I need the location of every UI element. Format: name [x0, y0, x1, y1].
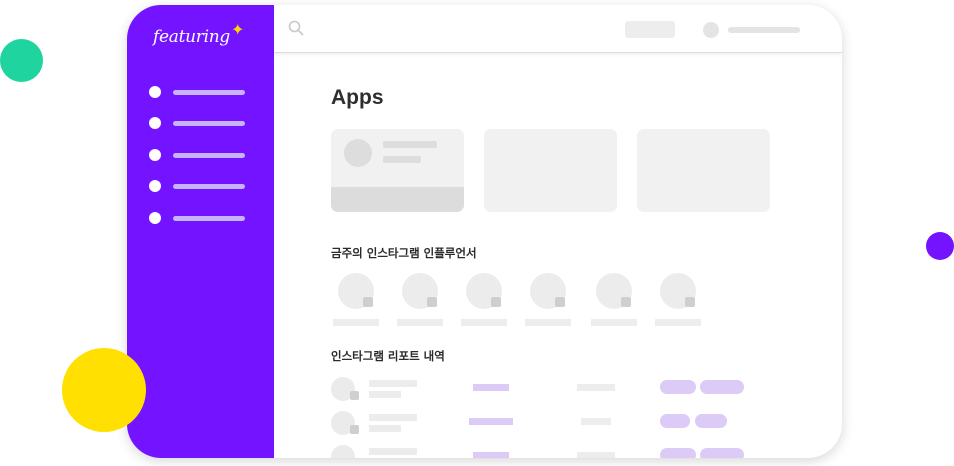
- influencer-item[interactable]: [461, 273, 507, 328]
- report-category-placeholder: [469, 418, 513, 425]
- platform-badge-icon: [427, 297, 437, 307]
- report-date-placeholder: [581, 418, 611, 425]
- report-tag: [700, 380, 744, 394]
- nav-dot-icon: [149, 86, 161, 98]
- decor-circle-yellow: [62, 348, 146, 432]
- app-window: featuring✦ Apps 금주의 인스타그램 인플루언서 인스타그램 리포…: [127, 5, 842, 458]
- nav-label-placeholder: [173, 121, 245, 126]
- platform-badge-icon: [363, 297, 373, 307]
- influencer-name-placeholder: [525, 319, 571, 326]
- influencer-name-placeholder: [655, 319, 701, 326]
- report-tag: [700, 448, 744, 458]
- app-card-subtitle-placeholder: [383, 156, 421, 163]
- decor-circle-green: [0, 39, 43, 82]
- nav-label-placeholder: [173, 184, 245, 189]
- app-card-title-placeholder: [383, 141, 437, 148]
- section-title-influencers: 금주의 인스타그램 인플루언서: [331, 246, 477, 260]
- section-title-reports: 인스타그램 리포트 내역: [331, 349, 445, 363]
- report-date-placeholder: [577, 384, 615, 391]
- user-name-placeholder[interactable]: [728, 27, 800, 33]
- nav-dot-icon: [149, 117, 161, 129]
- influencer-item[interactable]: [591, 273, 637, 328]
- top-action-button[interactable]: [625, 21, 675, 38]
- influencer-name-placeholder: [591, 319, 637, 326]
- decor-circle-purple: [926, 232, 954, 260]
- report-handle-placeholder: [369, 391, 401, 398]
- sidebar-item-1[interactable]: [149, 86, 249, 98]
- influencer-item[interactable]: [525, 273, 571, 328]
- report-avatar: [331, 445, 355, 458]
- report-row[interactable]: [331, 377, 751, 403]
- nav-dot-icon: [149, 180, 161, 192]
- page-title: Apps: [331, 86, 384, 109]
- report-name-placeholder: [369, 448, 417, 455]
- brand-logo[interactable]: featuring✦: [153, 20, 244, 47]
- report-row[interactable]: [331, 445, 751, 458]
- influencer-name-placeholder: [461, 319, 507, 326]
- influencer-item[interactable]: [397, 273, 443, 328]
- report-date-placeholder: [577, 452, 615, 458]
- report-row[interactable]: [331, 411, 751, 437]
- app-card-2[interactable]: [484, 129, 617, 212]
- report-category-placeholder: [473, 384, 509, 391]
- report-tag: [660, 448, 696, 458]
- report-name-placeholder: [369, 380, 417, 387]
- nav-label-placeholder: [173, 90, 245, 95]
- app-card-footer: [331, 187, 464, 212]
- sparkle-icon: ✦: [230, 20, 245, 39]
- platform-badge-icon: [350, 425, 359, 434]
- platform-badge-icon: [350, 391, 359, 400]
- top-bar: [274, 5, 842, 53]
- influencer-item[interactable]: [333, 273, 379, 328]
- sidebar-item-4[interactable]: [149, 180, 249, 192]
- sidebar-item-3[interactable]: [149, 149, 249, 161]
- report-tag: [695, 414, 727, 428]
- report-handle-placeholder: [369, 425, 401, 432]
- influencer-name-placeholder: [397, 319, 443, 326]
- nav-dot-icon: [149, 149, 161, 161]
- sidebar-item-5[interactable]: [149, 212, 249, 224]
- platform-badge-icon: [555, 297, 565, 307]
- app-card-3[interactable]: [637, 129, 770, 212]
- report-category-placeholder: [473, 452, 509, 458]
- platform-badge-icon: [685, 297, 695, 307]
- report-tag: [660, 380, 696, 394]
- influencer-name-placeholder: [333, 319, 379, 326]
- sidebar-item-2[interactable]: [149, 117, 249, 129]
- app-card-1[interactable]: [331, 129, 464, 212]
- nav-label-placeholder: [173, 216, 245, 221]
- sidebar: featuring✦: [127, 5, 274, 458]
- user-avatar[interactable]: [703, 22, 719, 38]
- report-tag: [660, 414, 690, 428]
- platform-badge-icon: [621, 297, 631, 307]
- platform-badge-icon: [491, 297, 501, 307]
- nav-dot-icon: [149, 212, 161, 224]
- search-icon[interactable]: [288, 20, 304, 36]
- influencer-item[interactable]: [655, 273, 701, 328]
- nav-label-placeholder: [173, 153, 245, 158]
- app-card-avatar: [344, 139, 372, 167]
- report-name-placeholder: [369, 414, 417, 421]
